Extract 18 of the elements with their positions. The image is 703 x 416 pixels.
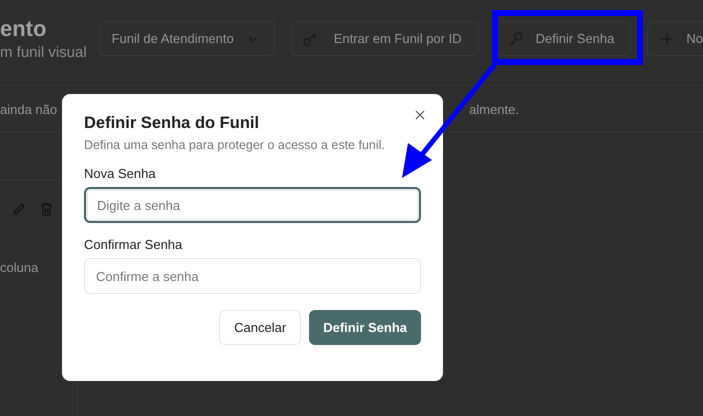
cancel-button[interactable]: Cancelar xyxy=(219,310,302,345)
column-text: coluna xyxy=(0,260,40,275)
funnel-dropdown[interactable]: Funil de Atendimento xyxy=(98,21,275,56)
dialog-title: Definir Senha do Funil xyxy=(84,114,260,133)
toolbar-button[interactable]: Entrar em Funil por ID xyxy=(290,21,479,56)
dialog-description: Defina uma senha para proteger o acesso a este funil. xyxy=(84,138,386,152)
field-label: Confirmar Senha xyxy=(84,237,184,252)
field-label: Nova Senha xyxy=(84,166,157,181)
submit-button[interactable]: Definir Senha xyxy=(309,310,421,345)
password-field[interactable]: Digite a senha xyxy=(84,187,421,223)
page-subtitle: m funil visual xyxy=(0,44,88,61)
notice-text: almente. xyxy=(469,102,519,116)
toolbar-button[interactable]: No xyxy=(647,21,703,56)
page-title: ento xyxy=(0,16,48,42)
notice-text: ainda não xyxy=(0,102,58,116)
trash-icon[interactable] xyxy=(40,202,53,216)
pencil-icon[interactable] xyxy=(12,202,26,216)
close-icon[interactable] xyxy=(415,110,425,120)
